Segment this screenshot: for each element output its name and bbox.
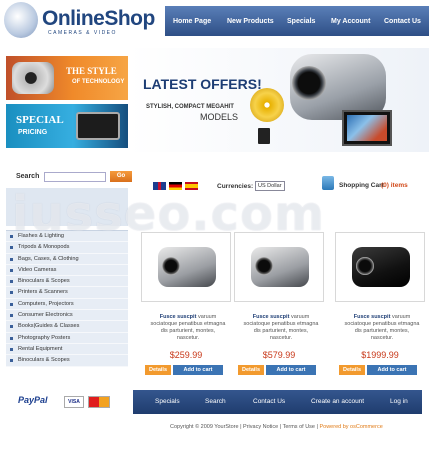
nav-contact-us[interactable]: Contact Us xyxy=(384,18,421,25)
category-item[interactable]: Consumer Electronics xyxy=(6,310,128,322)
footer-search-link[interactable]: Search xyxy=(205,398,226,405)
banner-models: MODELS xyxy=(200,112,239,122)
product-image-frame[interactable] xyxy=(335,232,425,302)
search-box: Search Go xyxy=(6,168,132,184)
logo-icon[interactable] xyxy=(4,2,38,38)
product-price: $1999.99 xyxy=(361,350,399,360)
footer-login-link[interactable]: Log in xyxy=(390,398,408,405)
product-card: Fusce suscpit varuum sociatoque penatibu… xyxy=(335,232,425,382)
memory-card-image xyxy=(258,128,270,144)
nav-new-products[interactable]: New Products xyxy=(227,18,274,25)
footer-specials-link[interactable]: Specials xyxy=(155,398,180,405)
dvd-disc-image xyxy=(250,88,284,122)
logo-subtitle: CAMERAS & VIDEO xyxy=(48,30,117,36)
nav-home-page[interactable]: Home Page xyxy=(173,18,211,25)
add-to-cart-button[interactable]: Add to cart xyxy=(266,365,316,375)
currency-select[interactable]: US Dollar xyxy=(255,181,285,191)
category-item[interactable]: Binoculars & Scopes xyxy=(6,355,128,367)
latest-offers-heading: LATEST OFFERS! xyxy=(143,76,262,92)
nav-specials[interactable]: Specials xyxy=(287,18,315,25)
product-description: Fusce suscpit varuum sociatoque penatibu… xyxy=(150,314,226,341)
category-item[interactable]: Photography Posters xyxy=(6,333,128,344)
add-to-cart-button[interactable]: Add to cart xyxy=(367,365,417,375)
sidebar: Search Go Flashes & Lighting Tripods & M… xyxy=(6,164,132,412)
promo-special-pricing-banner[interactable]: SPECIAL PRICING xyxy=(6,104,128,148)
mastercard-logo xyxy=(88,396,110,408)
product-price: $259.99 xyxy=(169,350,203,360)
promo-style-banner[interactable]: THE STYLE OF TECHNOLOGY xyxy=(6,56,128,100)
logo-text[interactable]: OnlineShop xyxy=(42,7,155,31)
site-header: OnlineShop CAMERAS & VIDEO Home Page New… xyxy=(0,0,429,42)
camcorder-screen-image xyxy=(342,110,392,146)
paypal-logo: PayPal xyxy=(18,395,48,405)
details-button[interactable]: Details xyxy=(339,365,365,375)
promo1-subtitle: OF TECHNOLOGY xyxy=(72,79,125,85)
main-nav: Home Page New Products Specials My Accou… xyxy=(165,6,429,36)
category-item[interactable]: Binoculars & Scopes xyxy=(6,276,128,288)
category-header xyxy=(6,188,128,226)
visa-logo: VISA xyxy=(64,396,84,408)
category-item[interactable]: Video Cameras xyxy=(6,265,128,277)
search-go-button[interactable]: Go xyxy=(110,171,132,182)
product-description: Fusce suscpit varuum sociatoque penatibu… xyxy=(243,314,319,341)
powered-by-link[interactable]: Powered by osCommerce xyxy=(319,424,382,430)
shopping-cart-icon[interactable] xyxy=(322,176,334,190)
search-label: Search xyxy=(16,173,40,180)
nav-my-account[interactable]: My Account xyxy=(331,18,370,25)
footer-create-account-link[interactable]: Create an account xyxy=(311,398,364,405)
product-card: Fusce suscpit varuum sociatoque penatibu… xyxy=(141,232,231,382)
footer-contact-link[interactable]: Contact Us xyxy=(253,398,285,405)
english-flag-icon[interactable] xyxy=(153,182,166,190)
product-image-frame[interactable] xyxy=(141,232,231,302)
add-to-cart-button[interactable]: Add to cart xyxy=(173,365,223,375)
category-item[interactable]: Printers & Scanners xyxy=(6,287,128,299)
category-item[interactable]: Computers, Projectors xyxy=(6,299,128,311)
category-item[interactable]: Flashes & Lighting xyxy=(6,231,128,243)
product-camera-image xyxy=(251,247,309,287)
details-button[interactable]: Details xyxy=(238,365,264,375)
cart-item-count: (0) items xyxy=(381,182,408,189)
details-button[interactable]: Details xyxy=(145,365,171,375)
category-item[interactable]: Tripods & Monopods xyxy=(6,242,128,254)
category-item[interactable]: Books|Guides & Classes xyxy=(6,321,128,333)
spanish-flag-icon[interactable] xyxy=(185,182,198,190)
search-input[interactable] xyxy=(44,172,106,182)
banner-subline: STYLISH, COMPACT MEGAHIT xyxy=(146,104,234,110)
product-price: $579.99 xyxy=(262,350,296,360)
category-item[interactable]: Rental Equipment xyxy=(6,344,128,356)
category-list: Flashes & Lighting Tripods & Monopods Ba… xyxy=(6,230,128,367)
device-image xyxy=(76,112,120,140)
shopping-cart-link[interactable]: Shopping Cart xyxy=(339,182,384,189)
promo1-title: THE STYLE xyxy=(66,66,117,76)
product-description: Fusce suscpit varuum sociatoque penatibu… xyxy=(344,314,420,341)
store-toolbar: Currencies: US Dollar Shopping Cart (0) … xyxy=(147,176,417,192)
camera-image xyxy=(12,62,54,94)
category-item[interactable]: Bags, Cases, & Clothing xyxy=(6,254,128,265)
product-camera-image xyxy=(352,247,410,287)
copyright-text: Copyright © 2009 YourStore | Privacy Not… xyxy=(170,424,383,430)
promo2-title: SPECIAL xyxy=(16,114,64,126)
payment-logos: PayPal VISA xyxy=(6,389,128,415)
hero-banner: THE STYLE OF TECHNOLOGY SPECIAL PRICING … xyxy=(0,48,429,152)
german-flag-icon[interactable] xyxy=(169,182,182,190)
product-grid: Fusce suscpit varuum sociatoque penatibu… xyxy=(133,232,425,388)
product-camera-image xyxy=(158,247,216,287)
currency-label: Currencies: xyxy=(217,183,254,190)
lens-image xyxy=(292,66,326,100)
promo2-subtitle: PRICING xyxy=(18,129,48,136)
product-image-frame[interactable] xyxy=(234,232,324,302)
footer-nav: Specials Search Contact Us Create an acc… xyxy=(133,390,422,414)
product-card: Fusce suscpit varuum sociatoque penatibu… xyxy=(234,232,324,382)
